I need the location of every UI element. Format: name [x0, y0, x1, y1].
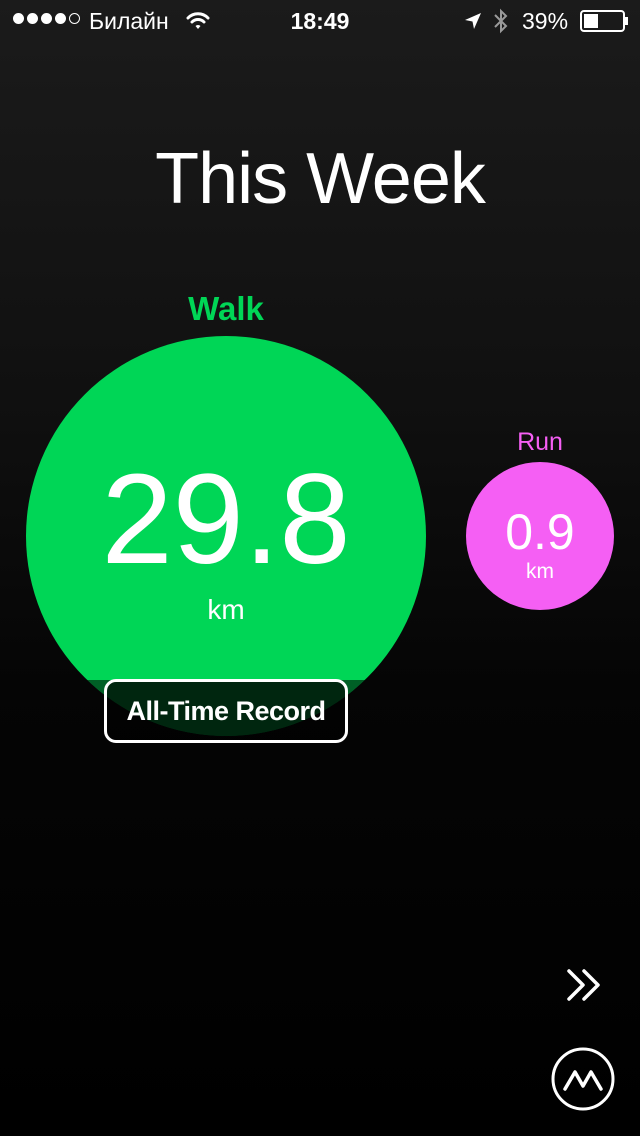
walk-distance-circle[interactable]: 29.8 km [26, 336, 426, 736]
bluetooth-icon [493, 8, 509, 40]
app-logo-icon [551, 1047, 615, 1111]
all-time-record-badge: All-Time Record [104, 679, 348, 743]
battery-icon [580, 10, 630, 38]
double-chevron-right-icon [567, 969, 600, 1001]
run-distance-unit: km [526, 560, 554, 583]
walk-distance-unit: km [207, 594, 245, 625]
battery-percentage: 39% [522, 8, 569, 34]
app-logo-button[interactable] [550, 1046, 616, 1112]
run-distance-value: 0.9 [505, 504, 575, 560]
walk-distance-value: 29.8 [101, 448, 351, 591]
walk-label: Walk [188, 290, 264, 327]
run-label: Run [517, 428, 563, 456]
run-distance-circle[interactable]: 0.9 km [466, 462, 614, 610]
status-bar: Билайн 18:49 39% [0, 0, 640, 40]
location-arrow-icon [463, 10, 483, 37]
page-title: This Week [155, 139, 486, 219]
app-screen: Билайн 18:49 39% This Week Walk 29.8 km … [0, 0, 640, 1136]
next-button[interactable] [560, 962, 610, 1008]
